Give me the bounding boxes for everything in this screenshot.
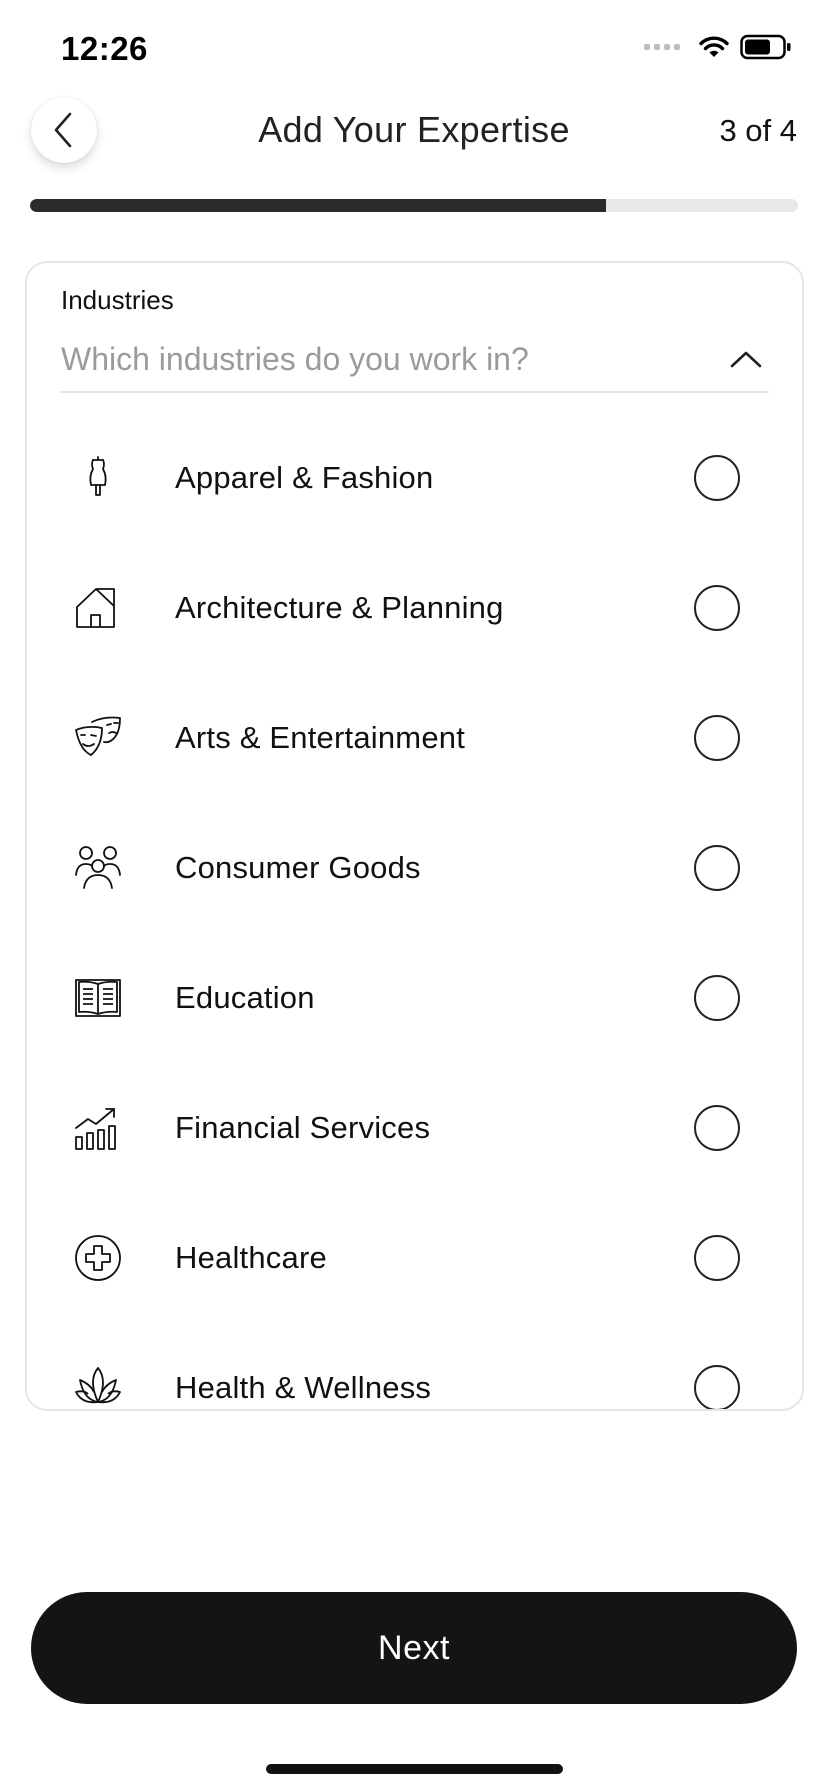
house-icon	[74, 584, 122, 632]
progress-fill	[30, 199, 606, 212]
industry-item-architecture[interactable]: Architecture & Planning	[27, 543, 802, 673]
radio-button[interactable]	[694, 1105, 740, 1151]
cellular-signal-icon	[644, 44, 680, 50]
industry-item-apparel[interactable]: Apparel & Fashion	[27, 413, 802, 543]
status-time: 12:26	[61, 30, 148, 67]
radio-button[interactable]	[694, 455, 740, 501]
industry-label: Healthcare	[175, 1240, 327, 1275]
page-title: Add Your Expertise	[258, 109, 570, 150]
radio-button[interactable]	[694, 585, 740, 631]
industry-label: Apparel & Fashion	[175, 460, 434, 495]
radio-button[interactable]	[694, 975, 740, 1021]
industries-card: Industries Which industries do you work …	[25, 261, 804, 1411]
industry-label: Consumer Goods	[175, 850, 421, 885]
industry-label: Education	[175, 980, 315, 1015]
status-icons	[644, 34, 792, 60]
radio-button[interactable]	[694, 1235, 740, 1281]
radio-button[interactable]	[694, 845, 740, 891]
industry-label: Health & Wellness	[175, 1370, 432, 1405]
industry-label: Financial Services	[175, 1110, 431, 1145]
next-button[interactable]: Next	[31, 1592, 797, 1704]
people-icon	[74, 844, 122, 892]
wifi-icon	[698, 35, 730, 59]
progress-bar	[30, 199, 798, 212]
industries-select[interactable]: Which industries do you work in?	[61, 327, 769, 393]
industry-item-health-wellness[interactable]: Health & Wellness	[27, 1323, 802, 1409]
radio-button[interactable]	[694, 715, 740, 761]
battery-icon	[740, 34, 792, 60]
industry-label: Arts & Entertainment	[175, 720, 466, 755]
theater-masks-icon	[74, 714, 122, 762]
industries-label: Industries	[61, 285, 174, 315]
industries-placeholder: Which industries do you work in?	[61, 340, 529, 377]
status-bar: 12:26	[0, 0, 828, 100]
step-indicator: 3 of 4	[719, 113, 797, 148]
industry-item-consumer-goods[interactable]: Consumer Goods	[27, 803, 802, 933]
dress-form-icon	[74, 454, 122, 502]
industry-item-education[interactable]: Education	[27, 933, 802, 1063]
industry-list: Apparel & Fashion Architecture & Plannin…	[27, 413, 802, 1409]
chevron-up-icon[interactable]	[729, 349, 763, 369]
industry-label: Architecture & Planning	[175, 590, 504, 625]
home-indicator	[266, 1764, 563, 1774]
industry-item-healthcare[interactable]: Healthcare	[27, 1193, 802, 1323]
industry-item-financial-services[interactable]: Financial Services	[27, 1063, 802, 1193]
open-book-icon	[74, 974, 122, 1022]
industry-item-arts[interactable]: Arts & Entertainment	[27, 673, 802, 803]
growth-chart-icon	[74, 1104, 122, 1152]
radio-button[interactable]	[694, 1365, 740, 1409]
medical-cross-icon	[74, 1234, 122, 1282]
lotus-icon	[74, 1364, 122, 1409]
